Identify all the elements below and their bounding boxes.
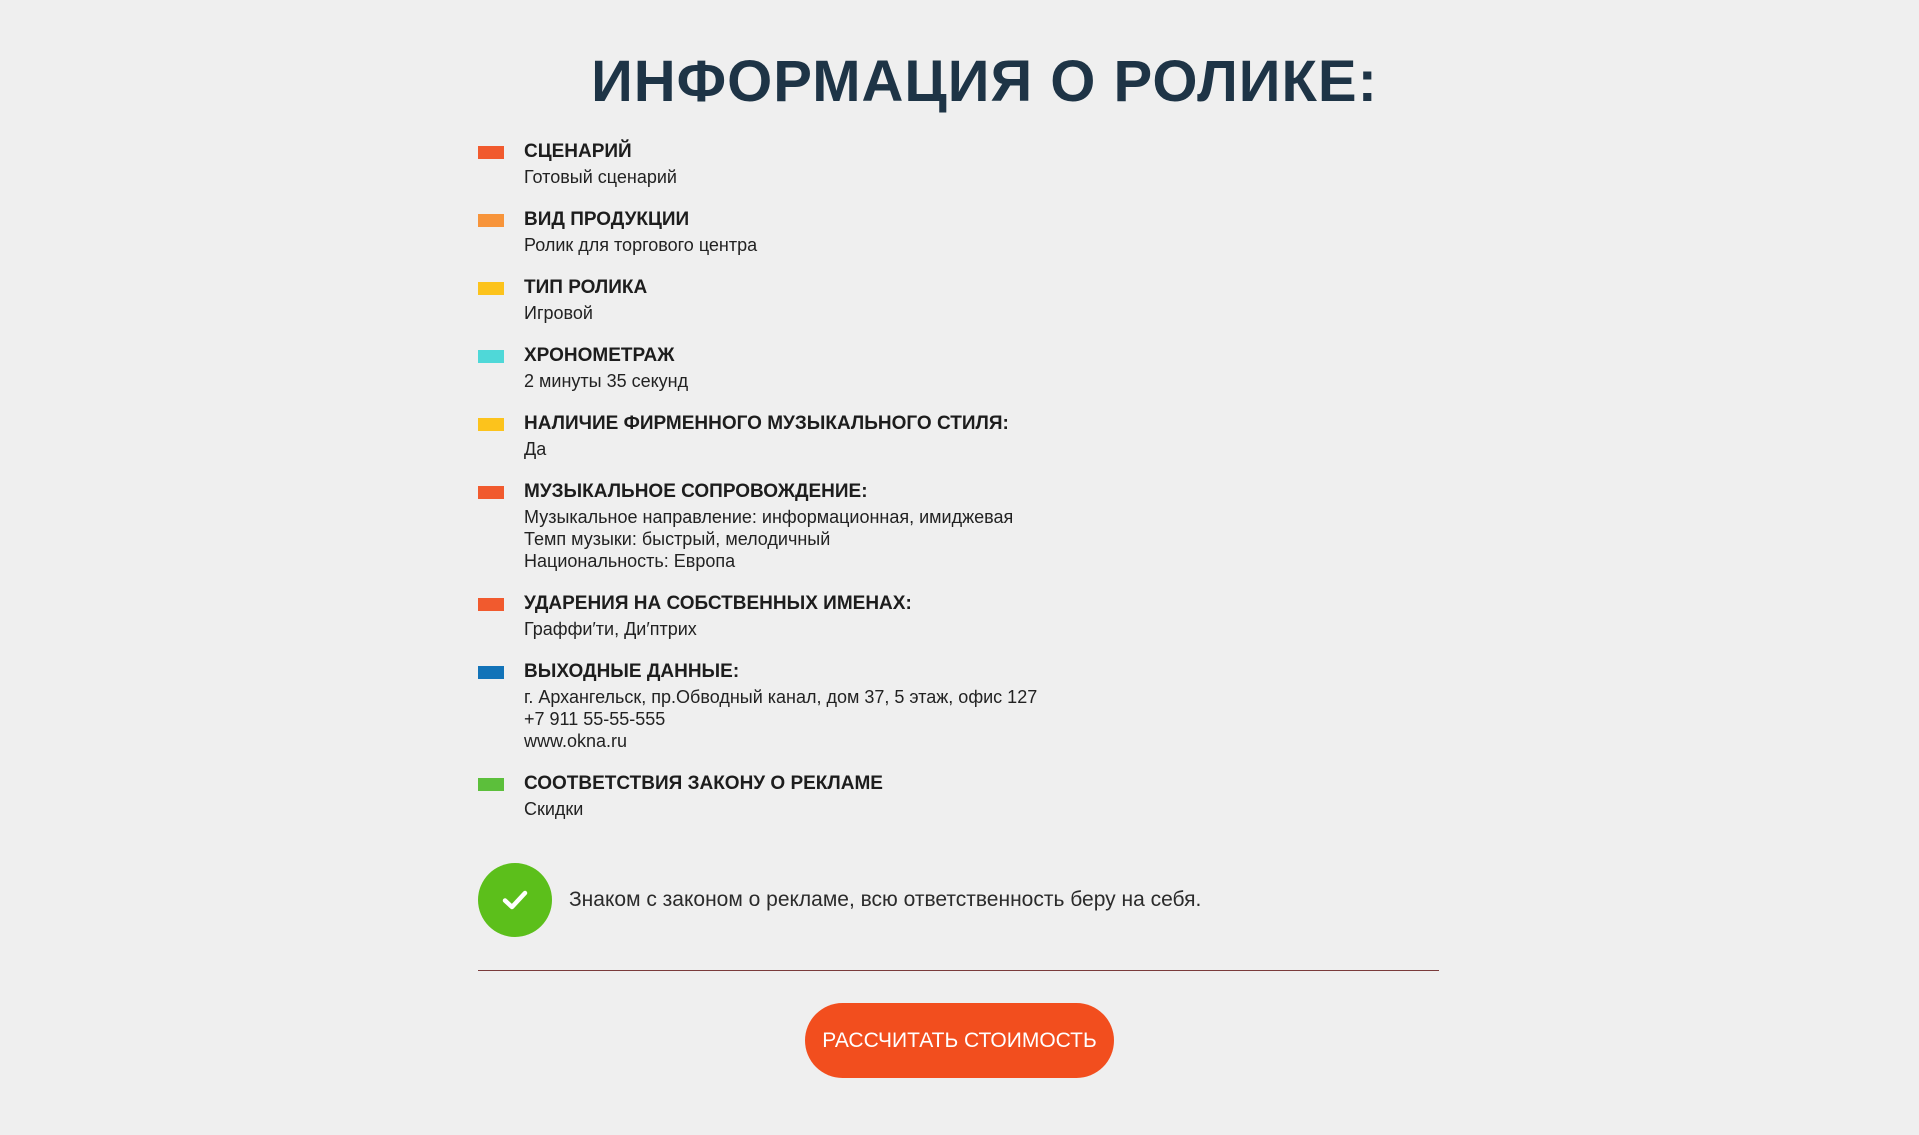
info-label: ХРОНОМЕТРАЖ <box>524 345 675 366</box>
consent-row[interactable]: Знаком с законом о рекламе, всю ответств… <box>478 863 1201 937</box>
info-item: НАЛИЧИЕ ФИРМЕННОГО МУЗЫКАЛЬНОГО СТИЛЯ: Да <box>478 412 1478 460</box>
consent-text: Знаком с законом о рекламе, всю ответств… <box>569 888 1202 911</box>
info-label: УДАРЕНИЯ НА СОБСТВЕННЫХ ИМЕНАХ: <box>524 593 912 614</box>
consent-checkbox[interactable] <box>478 863 552 937</box>
page: ИНФОРМАЦИЯ О РОЛИКЕ: СЦЕНАРИЙ Готовый сце… <box>0 0 1919 1135</box>
info-label: ВИД ПРОДУКЦИИ <box>524 209 690 230</box>
info-label: ВЫХОДНЫЕ ДАННЫЕ: <box>524 661 740 682</box>
checkmark-icon <box>502 890 528 910</box>
info-value: Скидки <box>524 799 584 819</box>
info-list: СЦЕНАРИЙ Готовый сценарий ВИД ПРОДУКЦИИ Рол… <box>478 140 1478 840</box>
info-label: МУЗЫКАЛЬНОЕ СОПРОВОЖДЕНИЕ: <box>524 481 868 502</box>
info-item: ВЫХОДНЫЕ ДАННЫЕ: г. Архангельск, пр.Обвод… <box>478 660 1478 752</box>
calculate-cost-button[interactable]: РАССЧИТАТЬ СТОИМОСТЬ <box>805 1003 1114 1078</box>
info-label: ТИП РОЛИКА <box>524 277 648 298</box>
info-label: СЦЕНАРИЙ <box>524 141 632 162</box>
info-item: УДАРЕНИЯ НА СОБСТВЕННЫХ ИМЕНАХ: Граффи′ти… <box>478 592 1478 640</box>
info-item: МУЗЫКАЛЬНОЕ СОПРОВОЖДЕНИЕ: Музыкальное на… <box>478 480 1478 572</box>
info-value: г. Архангельск, пр.Обводный канал, дом 3… <box>524 687 1038 751</box>
info-value: Да <box>524 439 547 459</box>
info-marker <box>478 598 504 611</box>
info-value: 2 минуты 35 секунд <box>524 371 689 391</box>
info-value: Готовый сценарий <box>524 167 677 187</box>
info-item: СООТВЕТСТВИЯ ЗАКОНУ О РЕКЛАМЕ Скидки <box>478 772 1478 820</box>
info-value: Граффи′ти, Ди′птрих <box>524 619 697 639</box>
info-marker <box>478 214 504 227</box>
info-marker <box>478 486 504 499</box>
info-label: СООТВЕТСТВИЯ ЗАКОНУ О РЕКЛАМЕ <box>524 773 883 794</box>
info-item: ХРОНОМЕТРАЖ 2 минуты 35 секунд <box>478 344 1478 392</box>
page-title: ИНФОРМАЦИЯ О РОЛИКЕ: <box>591 49 1378 114</box>
info-item: ТИП РОЛИКА Игровой <box>478 276 1478 324</box>
info-item: ВИД ПРОДУКЦИИ Ролик для торгового центра <box>478 208 1478 256</box>
info-marker <box>478 146 504 159</box>
info-marker <box>478 666 504 679</box>
divider <box>478 970 1439 971</box>
info-item: СЦЕНАРИЙ Готовый сценарий <box>478 140 1478 188</box>
info-label: НАЛИЧИЕ ФИРМЕННОГО МУЗЫКАЛЬНОГО СТИЛЯ: <box>524 413 1009 434</box>
info-value: Ролик для торгового центра <box>524 235 758 255</box>
info-marker <box>478 778 504 791</box>
info-marker <box>478 350 504 363</box>
info-marker <box>478 418 504 431</box>
info-marker <box>478 282 504 295</box>
info-value: Музыкальное направление: информационная,… <box>524 507 1014 571</box>
info-value: Игровой <box>524 303 593 323</box>
